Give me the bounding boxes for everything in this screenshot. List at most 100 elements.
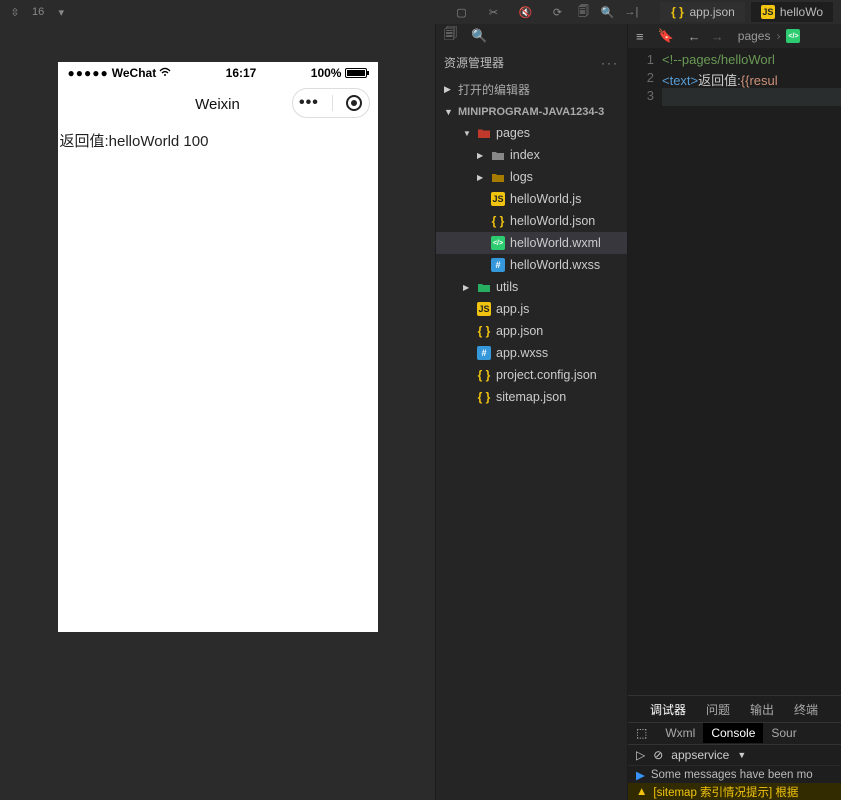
scissors-icon[interactable]: ✂ <box>486 5 500 19</box>
tree-file[interactable]: JShelloWorld.js <box>436 188 627 210</box>
tree-item-label: helloWorld.wxml <box>510 236 601 250</box>
wxml-icon: </> <box>491 236 505 250</box>
tree-folder[interactable]: ▶ index <box>436 144 627 166</box>
menu-button[interactable]: ••• <box>299 94 319 112</box>
tree-item-label: app.js <box>496 302 529 316</box>
devtools-tab[interactable]: 输出 <box>740 696 784 722</box>
files-icon[interactable]: 🗐 <box>444 25 457 47</box>
play-icon[interactable]: ▷ <box>636 748 645 762</box>
devtools-tab[interactable]: 调试器 <box>640 696 696 722</box>
folder-icon <box>477 280 491 294</box>
chevron-down-icon: ▼ <box>444 107 454 117</box>
js-icon: JS <box>477 302 491 316</box>
project-section[interactable]: ▼ MINIPROGRAM-JAVA1234-3 <box>436 102 627 122</box>
breadcrumb-item[interactable]: pages <box>738 29 771 43</box>
devtools-panel: 调试器问题输出终端 ⬚ WxmlConsoleSour ▷ ⊘ appservi… <box>628 695 841 800</box>
tree-item-label: pages <box>496 126 530 140</box>
tab-label: app.json <box>689 5 734 19</box>
devtools-subtab[interactable]: Sour <box>763 723 804 743</box>
context-select[interactable]: appservice <box>671 748 729 762</box>
chevron-down-icon[interactable]: ▼ <box>737 750 746 760</box>
bookmark-icon[interactable]: 🔖 <box>658 28 674 44</box>
files-icon[interactable]: 🗐 <box>576 5 590 19</box>
battery-icon <box>345 68 367 78</box>
inspect-icon[interactable]: ⬚ <box>636 726 647 740</box>
json-icon: { } <box>477 390 491 404</box>
battery-pct: 100% <box>311 66 342 80</box>
tree-folder[interactable]: ▶utils <box>436 276 627 298</box>
explorer-title: 资源管理器 <box>444 54 504 71</box>
tree-folder[interactable]: ▶logs <box>436 166 627 188</box>
devtools-tab[interactable]: 问题 <box>696 696 740 722</box>
page-content: 返回值:helloWorld 100 <box>58 124 378 632</box>
open-editors-section[interactable]: ▶ 打开的编辑器 <box>436 77 627 102</box>
chevron-right-icon: ▶ <box>477 173 486 182</box>
list-icon[interactable]: ≡ <box>636 29 644 44</box>
more-icon[interactable]: ··· <box>601 56 619 70</box>
status-bar: ●●●●● WeChat 16:17 100% <box>58 62 378 84</box>
editor-tab[interactable]: JS helloWo <box>751 2 833 22</box>
device-frame: ●●●●● WeChat 16:17 100% Weixin <box>58 62 378 632</box>
arrow-right-icon[interactable]: →| <box>624 5 638 19</box>
editor-tab[interactable]: { } app.json <box>660 2 744 22</box>
wxss-icon: # <box>491 258 505 272</box>
json-icon: { } <box>477 368 491 382</box>
device-icon[interactable]: ▢ <box>454 5 468 19</box>
tree-file[interactable]: { }helloWorld.json <box>436 210 627 232</box>
close-button[interactable] <box>346 95 362 111</box>
zoom-level[interactable]: 16 <box>32 6 44 18</box>
chevron-right-icon: ▶ <box>477 151 486 160</box>
code-line[interactable]: <text>返回值:{{resul <box>662 70 841 88</box>
capsule: ••• <box>292 88 370 118</box>
nav-forward-icon[interactable]: → <box>711 29 724 44</box>
devtools-subtab[interactable]: Wxml <box>657 723 703 743</box>
page-title: Weixin <box>195 96 240 113</box>
tree-file[interactable]: JS app.js <box>436 298 627 320</box>
tree-folder[interactable]: ▼ pages <box>436 122 627 144</box>
console-message: ▲[sitemap 索引情况提示] 根据 <box>628 783 841 800</box>
code-line[interactable]: <!--pages/helloWorl <box>662 52 841 70</box>
tab-label: helloWo <box>780 5 823 19</box>
search-icon[interactable]: 🔍 <box>471 28 487 44</box>
js-icon: JS <box>491 192 505 206</box>
json-icon: { } <box>670 5 684 19</box>
warning-icon: ▲ <box>636 786 647 798</box>
tree-item-label: index <box>510 148 540 162</box>
clear-icon[interactable]: ⊘ <box>653 748 663 762</box>
tree-file[interactable]: #app.wxss <box>436 342 627 364</box>
editor-panel: ≡ 🔖 ← → pages › </> 123 <!--pages/helloW… <box>628 24 841 800</box>
chevron-right-icon: › <box>776 29 780 43</box>
js-icon: JS <box>761 5 775 19</box>
chevron-right-icon: ▶ <box>463 283 472 292</box>
wxml-icon: </> <box>786 29 800 43</box>
editor-tab-bar: ≡ 🔖 ← → pages › </> <box>628 24 841 48</box>
simulator-panel: ●●●●● WeChat 16:17 100% Weixin <box>0 24 435 800</box>
folder-icon <box>491 170 505 184</box>
search-icon[interactable]: 🔍 <box>600 5 614 19</box>
json-icon: { } <box>491 214 505 228</box>
code-editor[interactable]: 123 <!--pages/helloWorl<text>返回值:{{resul <box>628 48 841 695</box>
tree-item-label: helloWorld.wxss <box>510 258 600 272</box>
clock-label: 16:17 <box>226 66 257 80</box>
tree-file[interactable]: # helloWorld.wxss <box>436 254 627 276</box>
chevron-right-icon: ▶ <box>444 84 454 95</box>
chevron-down-icon: ▼ <box>463 129 472 138</box>
wxss-icon: # <box>477 346 491 360</box>
tree-file[interactable]: { }app.json <box>436 320 627 342</box>
chevron-down-icon[interactable]: ▾ <box>54 5 68 19</box>
carrier-label: WeChat <box>112 66 156 80</box>
tree-file[interactable]: </> helloWorld.wxml <box>436 232 627 254</box>
tree-file[interactable]: { }project.config.json <box>436 364 627 386</box>
devtools-subtab[interactable]: Console <box>703 723 763 743</box>
tree-item-label: app.json <box>496 324 543 338</box>
tree-file[interactable]: { }sitemap.json <box>436 386 627 408</box>
devtools-tab[interactable]: 终端 <box>784 696 828 722</box>
nav-back-icon[interactable]: ← <box>688 29 701 44</box>
signal-icon: ●●●●● <box>68 66 109 80</box>
result-text: 返回值:helloWorld 100 <box>60 133 209 150</box>
mute-icon[interactable]: 🔇 <box>518 5 532 19</box>
rotate-icon[interactable]: ⟳ <box>550 5 564 19</box>
chevron-expand-icon[interactable]: ⇳ <box>8 5 22 19</box>
code-line[interactable] <box>662 88 841 106</box>
wifi-icon <box>159 66 171 80</box>
